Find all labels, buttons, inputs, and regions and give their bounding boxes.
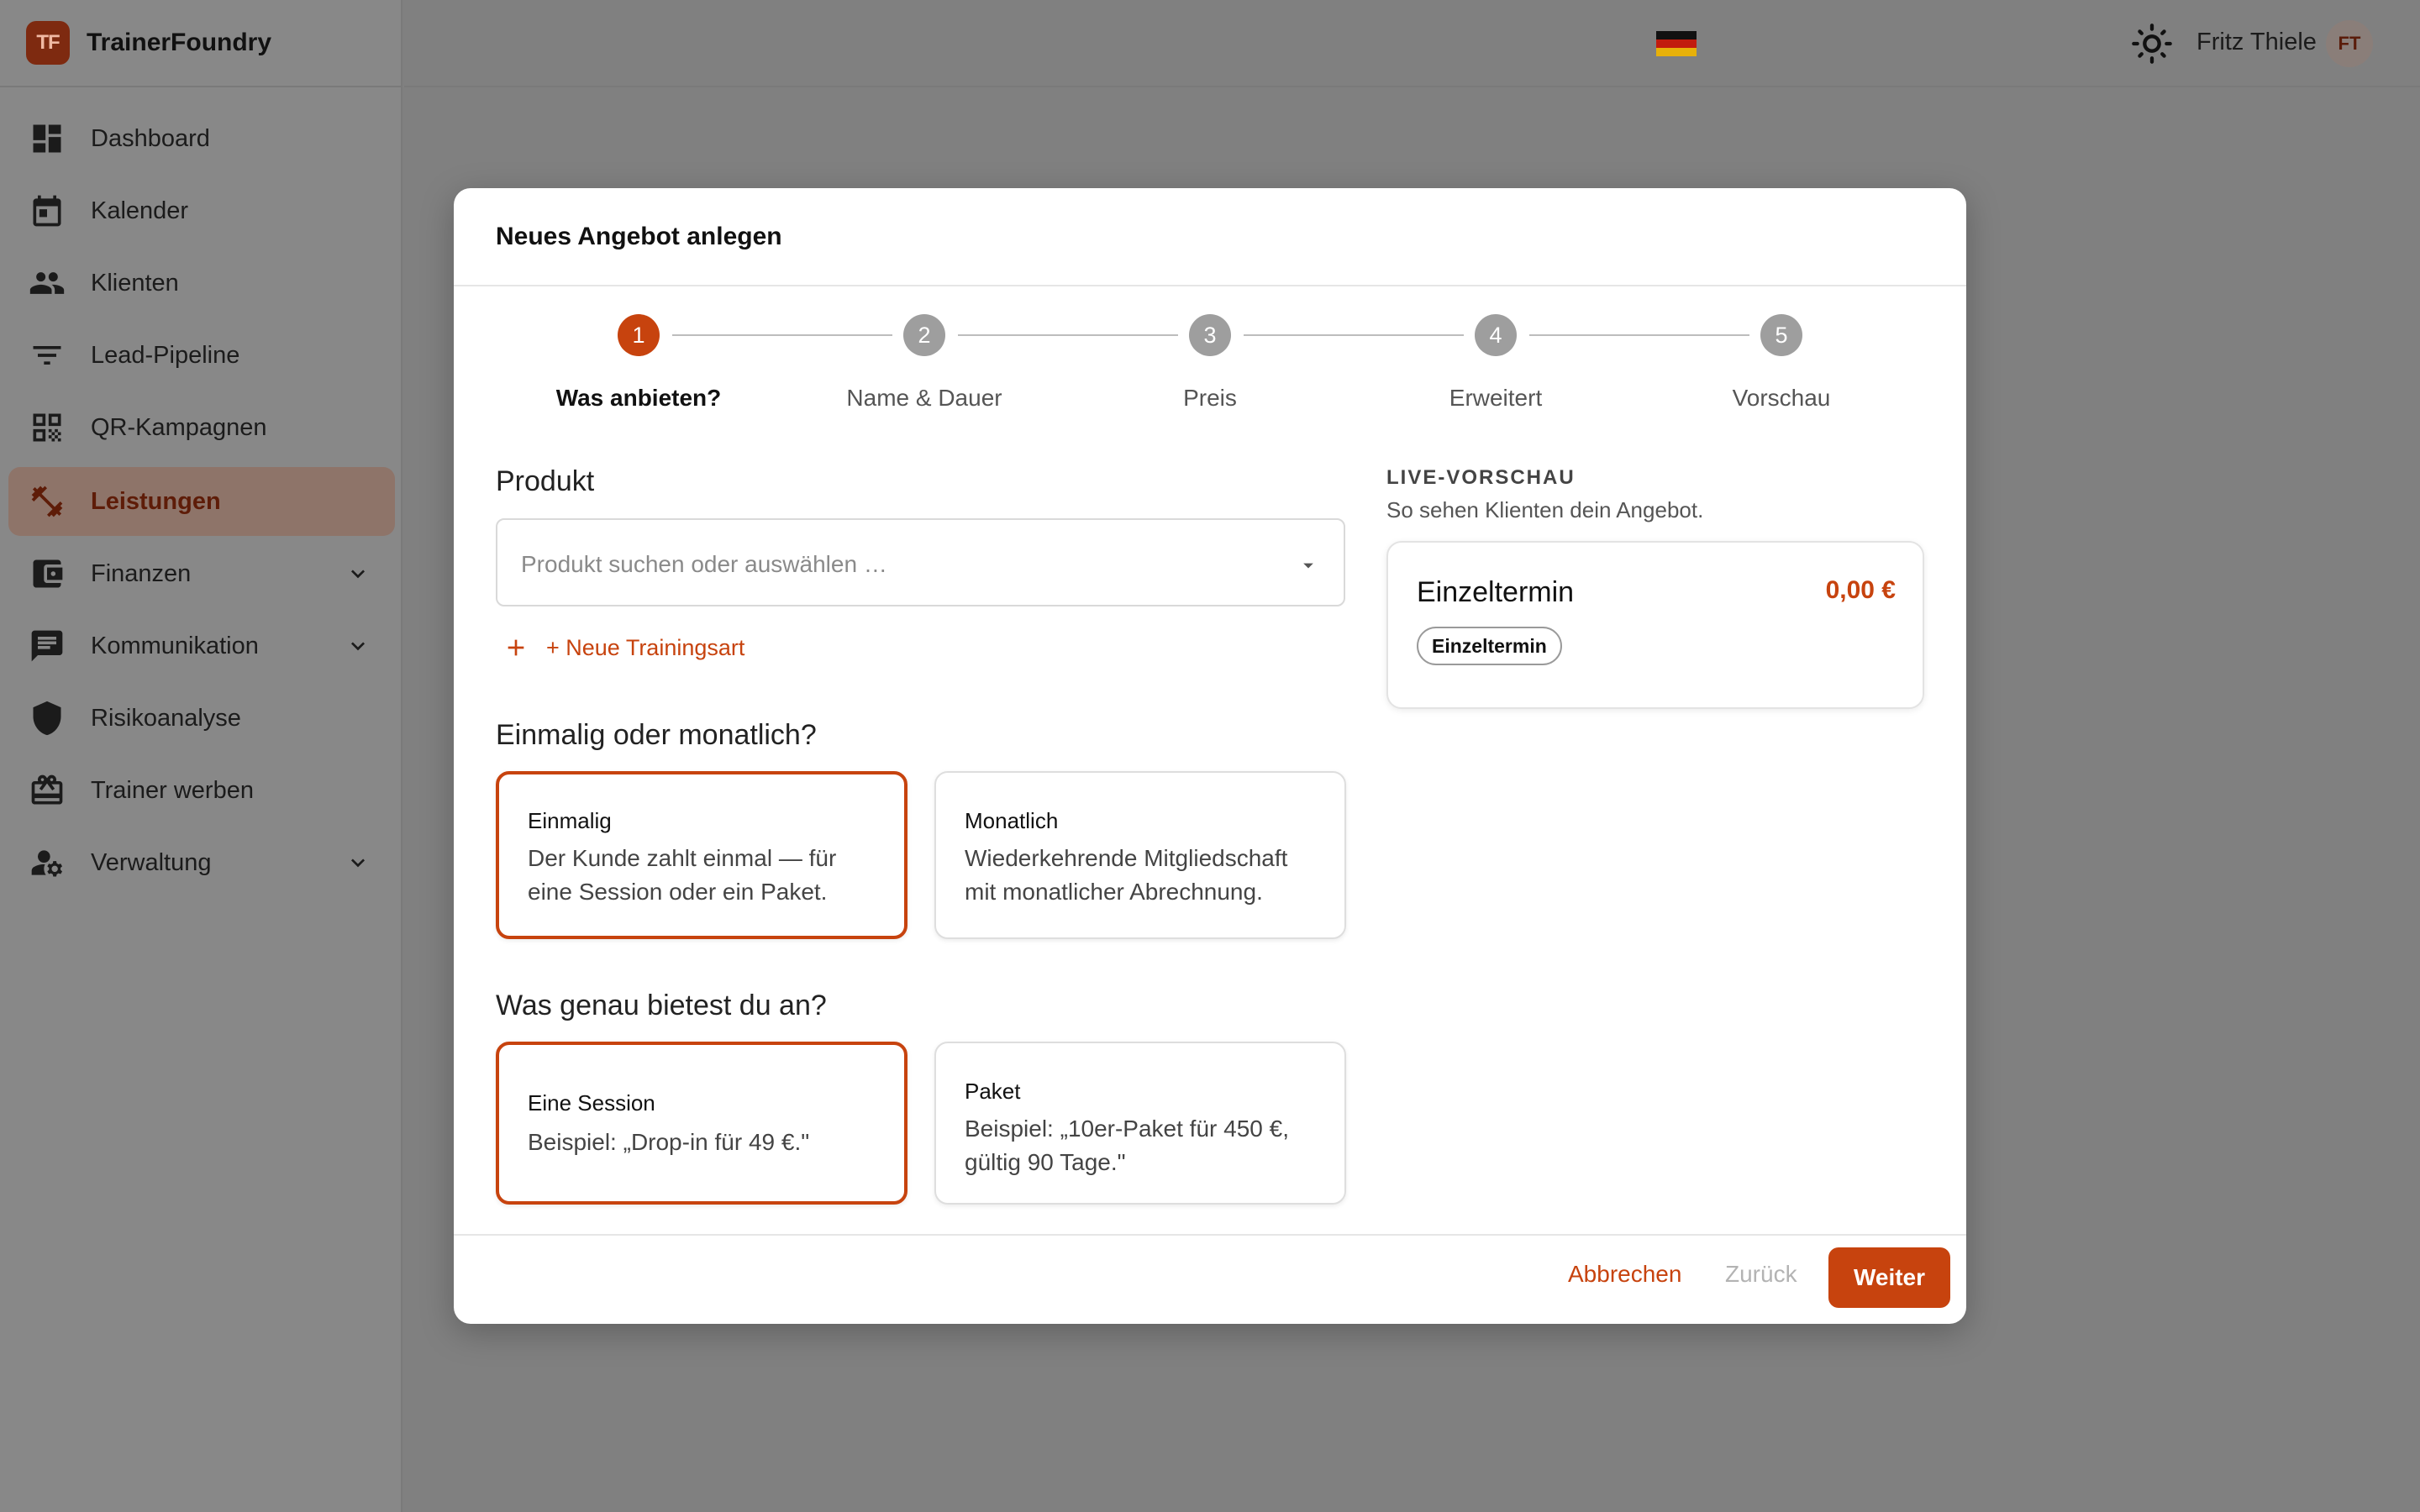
option-title: Eine Session xyxy=(528,1090,655,1116)
back-button[interactable]: Zurück xyxy=(1725,1261,1797,1288)
de-flag-icon[interactable] xyxy=(1656,31,1697,56)
step-1-circle[interactable]: 1 xyxy=(618,314,660,356)
filter-icon xyxy=(29,337,66,374)
step-connector xyxy=(1244,334,1464,336)
sidebar-item-label: Lead-Pipeline xyxy=(91,341,240,369)
sidebar-item-finanzen[interactable]: Finanzen xyxy=(8,539,395,608)
dropdown-arrow-icon[interactable] xyxy=(1297,554,1320,577)
step-2-circle[interactable]: 2 xyxy=(903,314,945,356)
sidebar-item-verwaltung[interactable]: Verwaltung xyxy=(8,828,395,897)
step-1-label[interactable]: Was anbieten? xyxy=(487,385,790,412)
sidebar-item-lead-pipeline[interactable]: Lead-Pipeline xyxy=(8,321,395,390)
sidebar-item-label: Kommunikation xyxy=(91,632,259,659)
new-training-type-link[interactable]: + Neue Trainingsart xyxy=(502,629,744,666)
sidebar-item-label: Klienten xyxy=(91,269,179,297)
wallet-icon xyxy=(29,555,66,592)
people-icon xyxy=(29,265,66,302)
offer-option-session[interactable]: Eine Session Beispiel: „Drop-in für 49 €… xyxy=(496,1042,908,1205)
brand-logo: TF xyxy=(26,21,70,65)
billing-question: Einmalig oder monatlich? xyxy=(496,719,817,751)
step-connector xyxy=(958,334,1178,336)
sidebar: TF TrainerFoundry Dashboard Kalender Kli… xyxy=(0,0,402,1512)
sidebar-item-kommunikation[interactable]: Kommunikation xyxy=(8,612,395,680)
chat-icon xyxy=(29,627,66,664)
option-description: Wiederkehrende Mitgliedschaft mit monatl… xyxy=(965,845,1288,905)
option-title: Einmalig xyxy=(528,808,612,833)
product-section-title: Produkt xyxy=(496,465,595,497)
option-title: Monatlich xyxy=(965,808,1059,833)
chevron-down-icon[interactable] xyxy=(345,560,371,587)
sidebar-item-risikoanalyse[interactable]: Risikoanalyse xyxy=(8,684,395,753)
sidebar-item-label: Finanzen xyxy=(91,559,192,587)
step-4-label[interactable]: Erweitert xyxy=(1344,385,1647,412)
new-training-type-label: + Neue Trainingsart xyxy=(546,634,745,660)
sidebar-item-dashboard[interactable]: Dashboard xyxy=(8,104,395,173)
sidebar-item-qr-kampagnen[interactable]: QR-Kampagnen xyxy=(8,393,395,462)
modal-title: Neues Angebot anlegen xyxy=(496,222,782,250)
brand[interactable]: TF TrainerFoundry xyxy=(0,0,401,87)
sidebar-item-klienten[interactable]: Klienten xyxy=(8,249,395,318)
option-title: Paket xyxy=(965,1079,1021,1104)
modal-header: Neues Angebot anlegen xyxy=(454,188,1966,286)
plus-icon xyxy=(508,639,524,656)
step-4-circle[interactable]: 4 xyxy=(1475,314,1517,356)
step-connector xyxy=(672,334,892,336)
billing-option-monatlich[interactable]: Monatlich Wiederkehrende Mitgliedschaft … xyxy=(934,771,1346,939)
product-select[interactable]: Produkt suchen oder auswählen … xyxy=(496,518,1345,606)
step-2-label[interactable]: Name & Dauer xyxy=(773,385,1076,412)
offer-option-paket[interactable]: Paket Beispiel: „10er-Paket für 450 €, g… xyxy=(934,1042,1346,1205)
dumbbell-icon xyxy=(29,483,66,520)
preview-offer-price: 0,00 € xyxy=(1825,576,1896,604)
sidebar-item-label: Dashboard xyxy=(91,124,210,152)
preview-offer-badge: Einzeltermin xyxy=(1417,627,1562,665)
brand-name: TrainerFoundry xyxy=(87,29,272,56)
step-5-circle[interactable]: 5 xyxy=(1760,314,1802,356)
sidebar-item-label: Verwaltung xyxy=(91,848,212,876)
sidebar-item-kalender[interactable]: Kalender xyxy=(8,176,395,245)
live-preview-card: Einzeltermin 0,00 € Einzeltermin xyxy=(1386,541,1924,709)
step-connector xyxy=(1529,334,1749,336)
create-offer-modal: Neues Angebot anlegen 1 2 3 4 5 Was anbi… xyxy=(454,188,1966,1324)
step-3-label[interactable]: Preis xyxy=(1059,385,1361,412)
user-name[interactable]: Fritz Thiele xyxy=(2196,29,2317,56)
calendar-icon xyxy=(29,192,66,229)
option-description: Beispiel: „10er-Paket für 450 €, gültig … xyxy=(965,1116,1289,1175)
gift-icon xyxy=(29,772,66,809)
sidebar-item-label: Risikoanalyse xyxy=(91,704,241,732)
sidebar-item-label: Leistungen xyxy=(91,487,221,515)
billing-option-einmalig[interactable]: Einmalig Der Kunde zahlt einmal — für ei… xyxy=(496,771,908,939)
offer-type-question: Was genau bietest du an? xyxy=(496,990,827,1021)
shield-icon xyxy=(29,700,66,737)
modal-footer: Abbrechen Zurück Weiter xyxy=(454,1234,1966,1324)
dashboard-icon xyxy=(29,120,66,157)
avatar[interactable]: FT xyxy=(2326,20,2373,67)
sidebar-item-trainer-werben[interactable]: Trainer werben xyxy=(8,756,395,825)
option-description: Beispiel: „Drop-in für 49 €." xyxy=(528,1129,810,1155)
preview-offer-title: Einzeltermin xyxy=(1417,576,1575,608)
sidebar-item-label: Kalender xyxy=(91,197,189,224)
sidebar-item-label: Trainer werben xyxy=(91,776,254,804)
step-3-circle[interactable]: 3 xyxy=(1189,314,1231,356)
live-preview-label: LIVE-VORSCHAU xyxy=(1386,466,1576,489)
cancel-button[interactable]: Abbrechen xyxy=(1568,1261,1681,1288)
next-button[interactable]: Weiter xyxy=(1828,1247,1950,1308)
sidebar-item-leistungen[interactable]: Leistungen xyxy=(8,467,395,536)
option-description: Der Kunde zahlt einmal — für eine Sessio… xyxy=(528,845,837,905)
sun-icon[interactable] xyxy=(2130,22,2174,66)
chevron-down-icon[interactable] xyxy=(345,849,371,876)
product-select-placeholder: Produkt suchen oder auswählen … xyxy=(521,551,887,577)
qr-code-icon xyxy=(29,409,66,446)
sidebar-item-label: QR-Kampagnen xyxy=(91,413,267,441)
step-5-label[interactable]: Vorschau xyxy=(1630,385,1933,412)
top-bar xyxy=(404,0,2420,87)
live-preview-subtitle: So sehen Klienten dein Angebot. xyxy=(1386,497,1704,522)
chevron-down-icon[interactable] xyxy=(345,633,371,659)
user-settings-icon xyxy=(29,844,66,881)
